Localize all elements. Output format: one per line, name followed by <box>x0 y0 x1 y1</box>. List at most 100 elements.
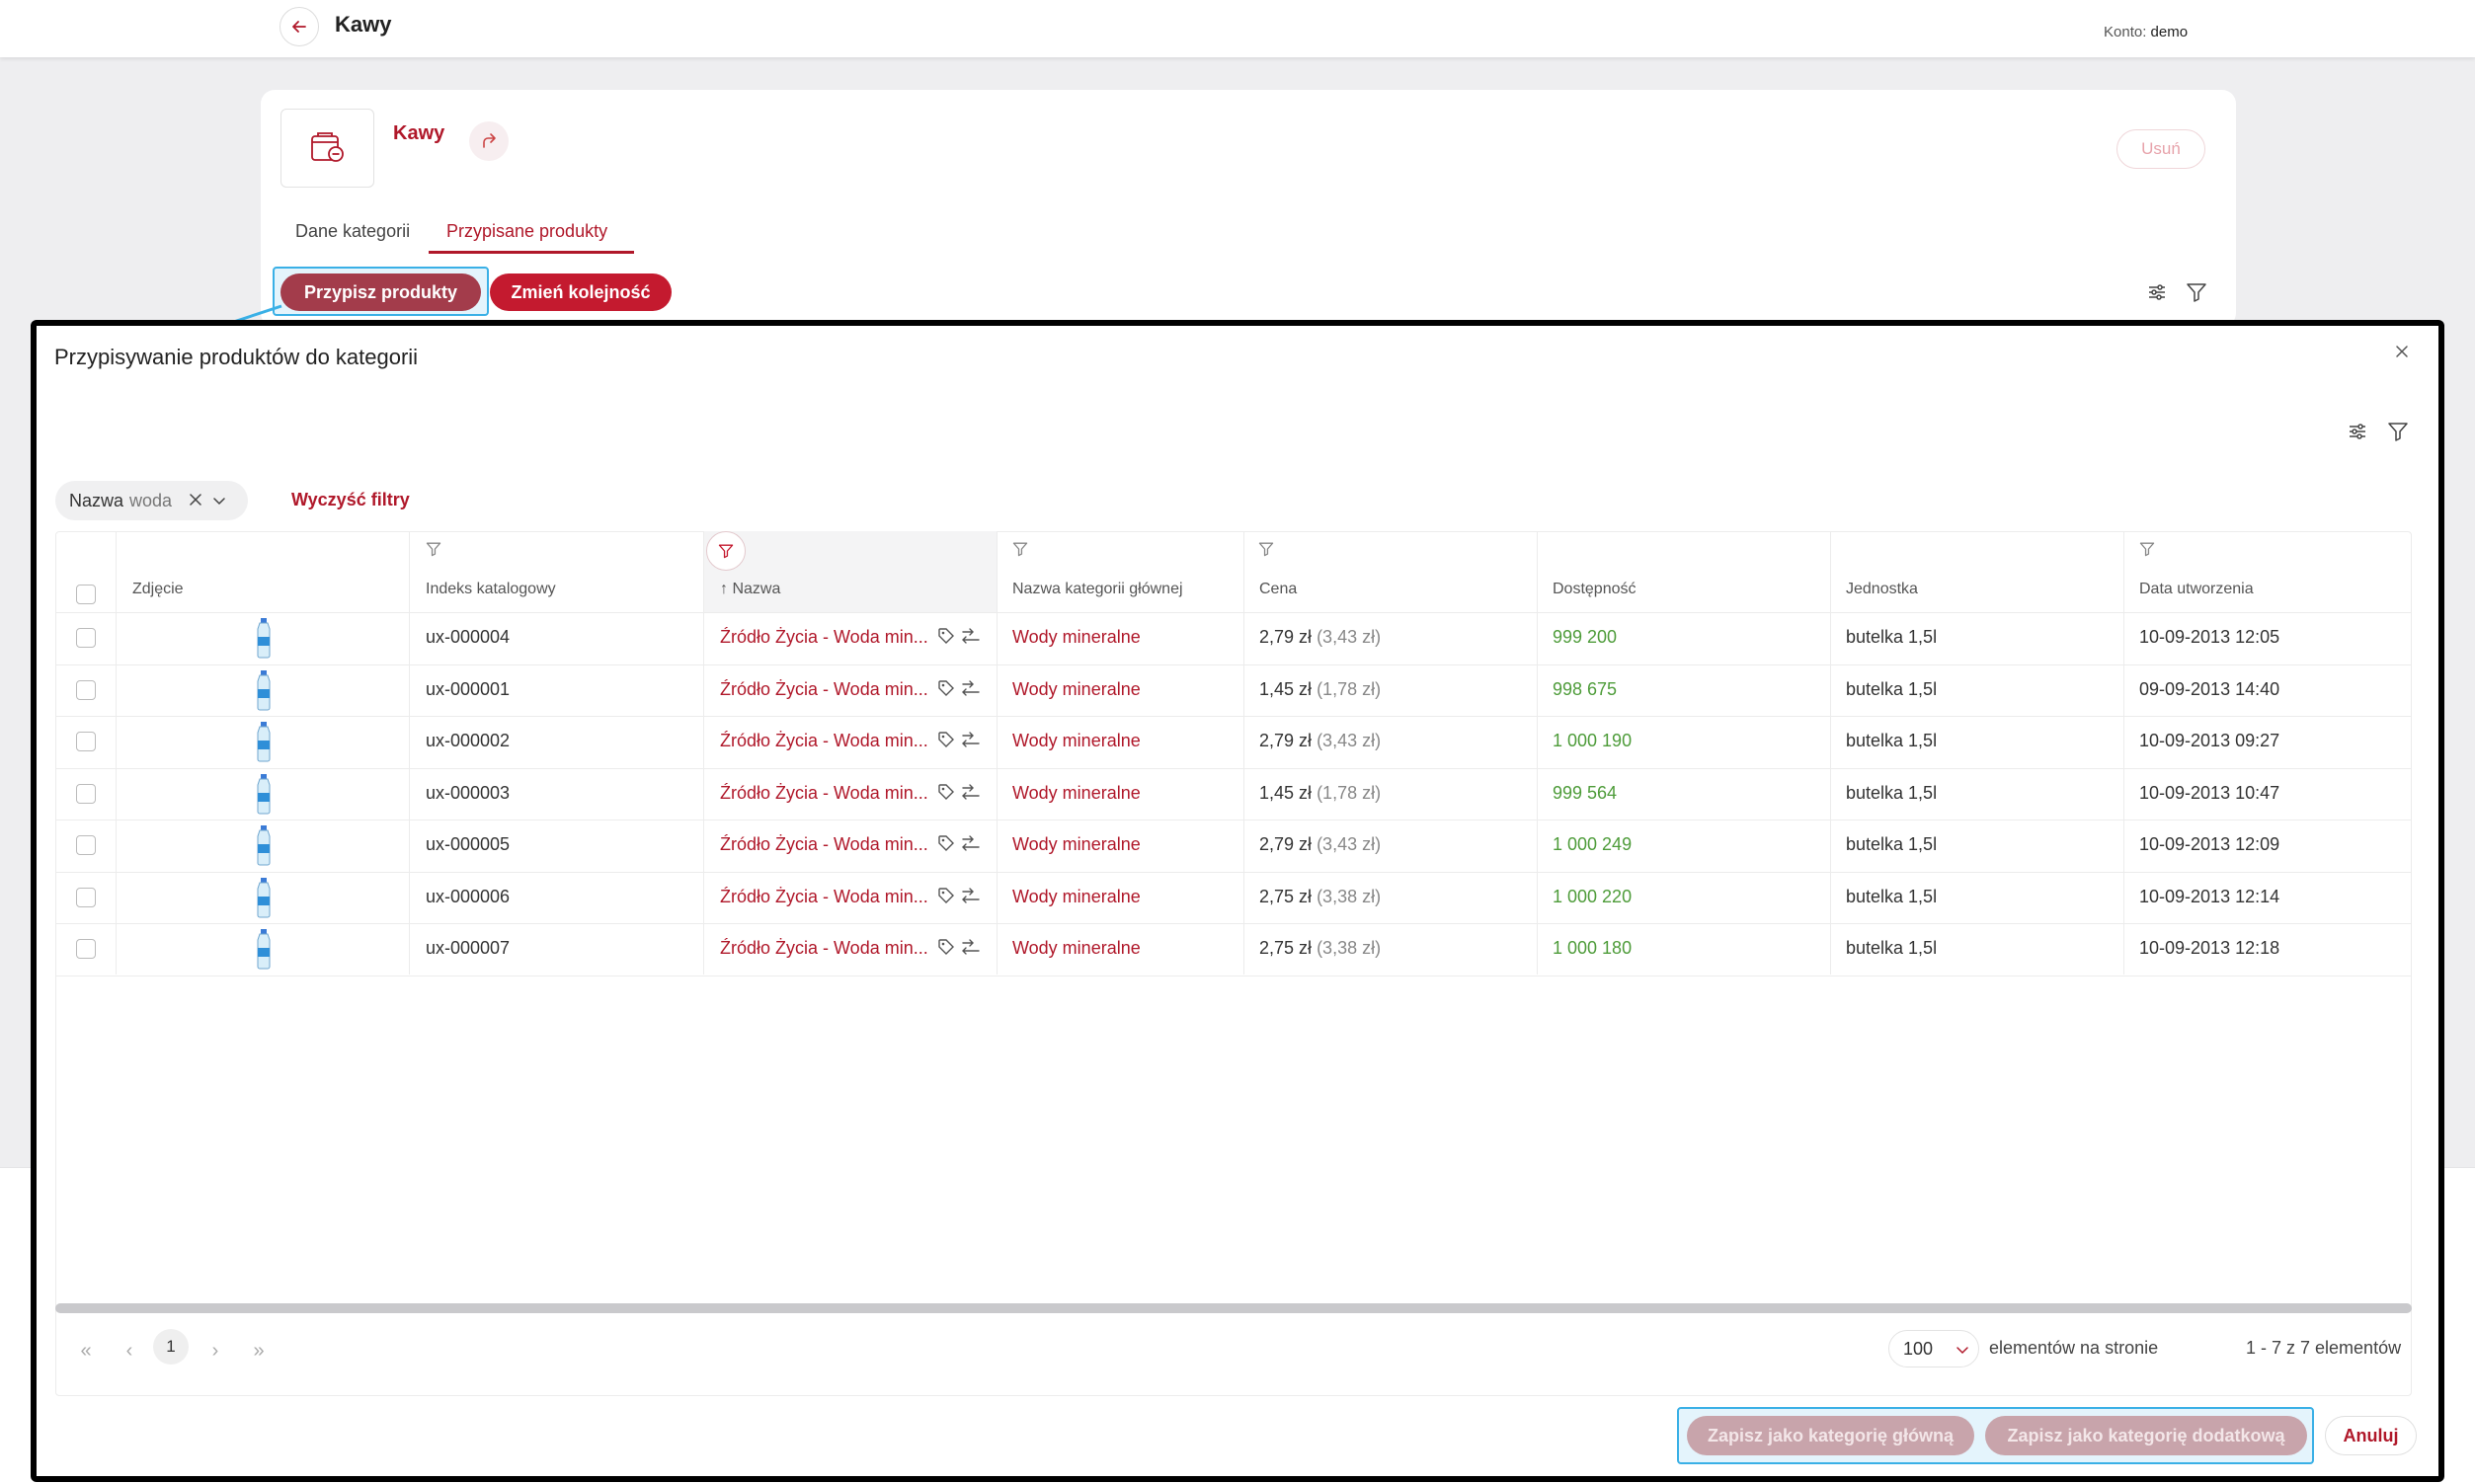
assign-icon[interactable] <box>960 833 982 853</box>
tag-icon[interactable] <box>936 886 956 905</box>
modal-close-button[interactable] <box>2389 339 2415 364</box>
next-page-button[interactable]: › <box>198 1333 233 1368</box>
column-header-main-category[interactable]: Nazwa kategorii głównej <box>1012 581 1183 598</box>
select-all-checkbox[interactable] <box>76 585 96 604</box>
row-checkbox[interactable] <box>76 939 96 959</box>
cell-price: 2,79 zł (3,43 zł) <box>1259 834 1381 855</box>
cell-index: ux-000001 <box>426 678 511 699</box>
tag-icon[interactable] <box>936 678 956 698</box>
tag-icon[interactable] <box>936 937 956 957</box>
column-filter-index[interactable] <box>424 539 443 559</box>
remove-filter-icon[interactable] <box>187 491 204 508</box>
column-separator <box>1830 531 1831 975</box>
cell-index: ux-000005 <box>426 834 511 854</box>
column-separator <box>703 531 704 975</box>
cell-product-name[interactable]: Źródło Życia - Woda min... <box>720 627 928 648</box>
assign-icon[interactable] <box>960 678 982 698</box>
column-header-photo[interactable]: Zdjęcie <box>132 581 184 598</box>
save-main-category-button[interactable]: Zapisz jako kategorię główną <box>1687 1416 1974 1455</box>
cell-main-category[interactable]: Wody mineralne <box>1012 627 1141 648</box>
column-header-price[interactable]: Cena <box>1259 581 1297 598</box>
filter-chip-name[interactable]: Nazwa woda <box>55 481 248 520</box>
column-header-availability[interactable]: Dostępność <box>1553 581 1637 598</box>
row-checkbox[interactable] <box>76 628 96 648</box>
water-bottle-icon <box>254 773 274 815</box>
reorder-button[interactable]: Zmień kolejność <box>490 273 672 311</box>
horizontal-scrollbar[interactable] <box>55 1303 2412 1313</box>
cell-main-category[interactable]: Wody mineralne <box>1012 887 1141 907</box>
last-page-button[interactable]: » <box>241 1333 277 1368</box>
arrow-left-icon <box>292 21 306 33</box>
price-net: 2,75 zł <box>1259 938 1313 958</box>
price-net: 2,75 zł <box>1259 886 1313 906</box>
assign-icon[interactable] <box>960 626 982 646</box>
price-gross: (3,43 zł) <box>1317 731 1382 750</box>
tag-icon[interactable] <box>936 626 956 646</box>
cell-created: 10-09-2013 10:47 <box>2139 782 2280 803</box>
modal-column-settings-button[interactable] <box>2343 417 2372 446</box>
cell-product-name[interactable]: Źródło Życia - Woda min... <box>720 887 928 907</box>
back-button[interactable] <box>279 7 319 46</box>
row-checkbox[interactable] <box>76 679 96 700</box>
tag-icon[interactable] <box>936 730 956 749</box>
current-page[interactable]: 1 <box>153 1329 189 1365</box>
row-checkbox[interactable] <box>76 887 96 907</box>
filter-icon <box>2388 423 2408 441</box>
account-label: Konto: <box>2104 24 2147 40</box>
column-header-unit[interactable]: Jednostka <box>1846 581 1918 598</box>
cell-product-name[interactable]: Źródło Życia - Woda min... <box>720 679 928 700</box>
column-filter-name-active[interactable] <box>706 531 746 571</box>
row-checkbox[interactable] <box>76 835 96 855</box>
column-header-index[interactable]: Indeks katalogowy <box>426 581 556 598</box>
cell-main-category[interactable]: Wody mineralne <box>1012 783 1141 804</box>
assign-products-button[interactable]: Przypisz produkty <box>280 273 481 311</box>
cell-product-name[interactable]: Źródło Życia - Woda min... <box>720 938 928 959</box>
prev-page-button[interactable]: ‹ <box>112 1333 147 1368</box>
cell-created: 10-09-2013 09:27 <box>2139 731 2280 750</box>
modal-filter-button[interactable] <box>2383 417 2413 446</box>
filter-button[interactable] <box>2183 278 2210 306</box>
price-net: 2,79 zł <box>1259 627 1313 647</box>
cancel-button[interactable]: Anuluj <box>2325 1416 2417 1455</box>
assign-icon[interactable] <box>960 730 982 749</box>
cell-main-category[interactable]: Wody mineralne <box>1012 679 1141 700</box>
tag-icon[interactable] <box>936 833 956 853</box>
column-filter-created[interactable] <box>2137 539 2157 559</box>
first-page-button[interactable]: « <box>68 1333 104 1368</box>
price-net: 2,79 zł <box>1259 834 1313 854</box>
tab-assigned-products[interactable]: Przypisane produkty <box>446 221 607 242</box>
cell-main-category[interactable]: Wody mineralne <box>1012 938 1141 959</box>
chevron-down-icon[interactable] <box>1954 1341 1971 1359</box>
tag-icon[interactable] <box>936 782 956 802</box>
cell-product-name[interactable]: Źródło Życia - Woda min... <box>720 731 928 751</box>
assign-icon[interactable] <box>960 886 982 905</box>
save-extra-category-button[interactable]: Zapisz jako kategorię dodatkową <box>1985 1416 2307 1455</box>
cell-product-name[interactable]: Źródło Życia - Woda min... <box>720 834 928 855</box>
column-header-name[interactable]: ↑ Nazwa <box>720 581 780 598</box>
cell-created: 09-09-2013 14:40 <box>2139 678 2280 699</box>
clear-filters-link[interactable]: Wyczyść filtry <box>291 490 410 510</box>
share-button[interactable] <box>469 121 509 161</box>
row-checkbox[interactable] <box>76 783 96 804</box>
chevron-down-icon[interactable] <box>210 492 228 509</box>
column-filter-price[interactable] <box>1256 539 1276 559</box>
row-checkbox[interactable] <box>76 732 96 751</box>
filter-chip-field: Nazwa <box>69 490 124 510</box>
column-filter-category[interactable] <box>1010 539 1030 559</box>
account-value: demo <box>2150 24 2189 40</box>
cell-price: 2,75 zł (3,38 zł) <box>1259 938 1381 959</box>
tab-category-data[interactable]: Dane kategorii <box>295 221 410 242</box>
delete-button[interactable]: Usuń <box>2116 129 2205 169</box>
category-thumbnail <box>280 109 374 188</box>
water-bottle-icon <box>254 617 274 659</box>
cell-main-category[interactable]: Wody mineralne <box>1012 834 1141 855</box>
assign-icon[interactable] <box>960 937 982 957</box>
cell-product-name[interactable]: Źródło Życia - Woda min... <box>720 783 928 804</box>
cell-index: ux-000002 <box>426 731 511 750</box>
filter-icon <box>1012 542 1028 557</box>
cell-main-category[interactable]: Wody mineralne <box>1012 731 1141 751</box>
column-header-created[interactable]: Data utworzenia <box>2139 581 2254 598</box>
per-page-label: elementów na stronie <box>1989 1338 2159 1358</box>
column-settings-button[interactable] <box>2143 278 2171 306</box>
assign-icon[interactable] <box>960 782 982 802</box>
